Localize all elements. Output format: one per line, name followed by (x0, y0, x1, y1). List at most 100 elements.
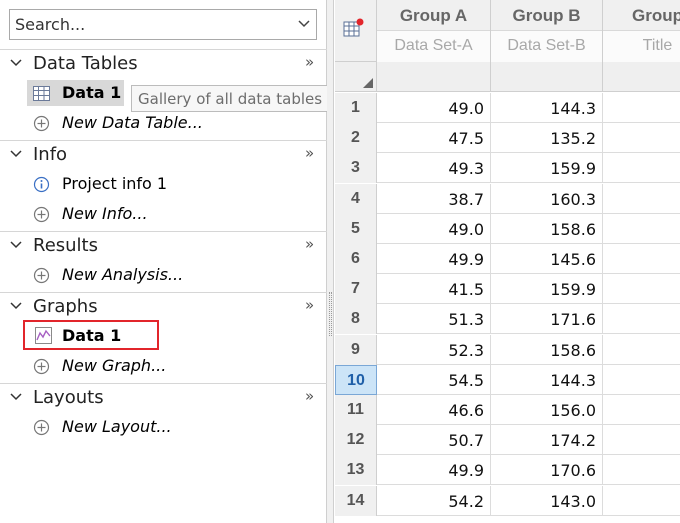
column-title[interactable]: Data Set-A (377, 30, 490, 62)
column-title[interactable]: Title (603, 30, 680, 62)
cell-group-a[interactable]: 52.3 (377, 334, 491, 365)
cell-group-c[interactable] (603, 365, 680, 395)
row-number[interactable]: 1 (335, 93, 377, 123)
table-row[interactable]: 13 49.9 170.6 (335, 455, 680, 486)
row-number[interactable]: 9 (335, 334, 377, 365)
chevron-down-icon[interactable] (298, 19, 310, 29)
cell-group-b[interactable]: 174.2 (491, 425, 603, 456)
row-number[interactable]: 11 (335, 395, 377, 425)
cell-group-c[interactable] (603, 123, 680, 153)
row-number[interactable]: 14 (335, 485, 377, 516)
section-info[interactable]: Info » (0, 140, 327, 168)
section-layouts[interactable]: Layouts » (0, 383, 327, 411)
section-more-button[interactable]: » (305, 53, 314, 71)
cell-group-c[interactable] (603, 486, 680, 516)
table-row[interactable]: 3 49.3 159.9 (335, 153, 680, 184)
cell-group-b[interactable]: 158.6 (491, 213, 603, 244)
cell-group-a[interactable]: 54.2 (377, 485, 491, 516)
row-number[interactable]: 3 (335, 153, 377, 184)
cell-group-a[interactable]: 49.9 (377, 244, 491, 274)
section-more-button[interactable]: » (305, 387, 314, 405)
table-row[interactable]: 12 50.7 174.2 (335, 425, 680, 456)
search-input[interactable] (10, 10, 280, 39)
chevron-down-icon[interactable] (10, 392, 22, 402)
table-format-button[interactable] (335, 0, 377, 62)
table-row[interactable]: 2 47.5 135.2 (335, 123, 680, 154)
cell-group-c[interactable] (603, 274, 680, 304)
row-number[interactable]: 12 (335, 425, 377, 456)
section-more-button[interactable]: » (305, 144, 314, 162)
cell-group-b[interactable]: 171.6 (491, 304, 603, 335)
cell-group-c[interactable] (603, 425, 680, 455)
cell-group-b[interactable]: 170.6 (491, 455, 603, 486)
section-data-tables[interactable]: Data Tables » (0, 49, 327, 77)
section-graphs[interactable]: Graphs » (0, 292, 327, 320)
row-number[interactable]: 2 (335, 123, 377, 154)
cell-group-b[interactable]: 143.0 (491, 485, 603, 516)
cell-group-c[interactable] (603, 93, 680, 123)
chevron-down-icon[interactable] (10, 58, 22, 68)
table-row[interactable]: 4 38.7 160.3 (335, 183, 680, 214)
cell-group-c[interactable] (603, 335, 680, 365)
nav-item-graph-data1[interactable]: Data 1 (23, 320, 159, 350)
cell-group-a[interactable]: 47.5 (377, 123, 491, 154)
row-number[interactable]: 13 (335, 455, 377, 486)
row-number[interactable]: 4 (335, 183, 377, 214)
cell-group-c[interactable] (603, 395, 680, 425)
row-number[interactable]: 5 (335, 213, 377, 244)
panel-splitter[interactable] (327, 0, 334, 523)
table-row[interactable]: 14 54.2 143.0 (335, 485, 680, 516)
cell-group-b[interactable]: 135.2 (491, 123, 603, 154)
section-results[interactable]: Results » (0, 231, 327, 259)
cell-group-b[interactable]: 159.9 (491, 153, 603, 184)
cell-group-a[interactable]: 41.5 (377, 274, 491, 305)
cell-group-c[interactable] (603, 153, 680, 183)
table-row[interactable]: 5 49.0 158.6 (335, 213, 680, 244)
table-row[interactable]: 6 49.9 145.6 (335, 244, 680, 274)
splitter-grip[interactable] (329, 292, 332, 336)
cell-group-a[interactable]: 49.0 (377, 213, 491, 244)
chevron-down-icon[interactable] (10, 240, 22, 250)
cell-group-c[interactable] (603, 455, 680, 485)
cell-group-b[interactable]: 144.3 (491, 364, 603, 395)
cell-group-a[interactable]: 50.7 (377, 425, 491, 456)
cell-group-a[interactable]: 51.3 (377, 304, 491, 335)
column-title[interactable]: Data Set-B (491, 30, 602, 62)
cell-group-c[interactable] (603, 184, 680, 214)
section-more-button[interactable]: » (305, 296, 314, 314)
cell-group-c[interactable] (603, 214, 680, 244)
search-box[interactable] (9, 9, 317, 40)
table-row[interactable]: 11 46.6 156.0 (335, 395, 680, 425)
cell-group-c[interactable] (603, 304, 680, 334)
cell-group-b[interactable]: 160.3 (491, 183, 603, 214)
cell-group-b[interactable]: 145.6 (491, 244, 603, 274)
cell-group-a[interactable]: 38.7 (377, 183, 491, 214)
table-row[interactable]: 1 49.0 144.3 (335, 93, 680, 123)
chevron-down-icon[interactable] (10, 149, 22, 159)
chevron-down-icon[interactable] (10, 301, 22, 311)
cell-group-a[interactable]: 54.5 (377, 364, 491, 395)
cell-group-c[interactable] (603, 244, 680, 274)
row-number[interactable]: 8 (335, 304, 377, 335)
table-row[interactable]: 9 52.3 158.6 (335, 334, 680, 365)
cell-group-a[interactable]: 46.6 (377, 395, 491, 425)
cell-group-b[interactable]: 156.0 (491, 395, 603, 425)
cell-group-b[interactable]: 159.9 (491, 274, 603, 305)
cell-group-b[interactable]: 158.6 (491, 334, 603, 365)
column-header-group-c[interactable]: Group Title (603, 0, 680, 62)
column-header-group-a[interactable]: Group A Data Set-A (377, 0, 491, 62)
table-row[interactable]: 10 54.5 144.3 (335, 364, 680, 395)
cell-group-b[interactable]: 144.3 (491, 93, 603, 123)
table-row[interactable]: 8 51.3 171.6 (335, 304, 680, 335)
table-row[interactable]: 7 41.5 159.9 (335, 274, 680, 305)
column-header-group-b[interactable]: Group B Data Set-B (491, 0, 603, 62)
section-more-button[interactable]: » (305, 235, 314, 253)
nav-item-data-table-data1[interactable]: Data 1 (27, 80, 124, 106)
cell-group-a[interactable]: 49.0 (377, 93, 491, 123)
row-number[interactable]: 10 (335, 364, 377, 395)
row-number[interactable]: 6 (335, 244, 377, 274)
row-number[interactable]: 7 (335, 274, 377, 305)
cell-group-a[interactable]: 49.3 (377, 153, 491, 184)
subcolumn-cell (377, 62, 491, 92)
cell-group-a[interactable]: 49.9 (377, 455, 491, 486)
